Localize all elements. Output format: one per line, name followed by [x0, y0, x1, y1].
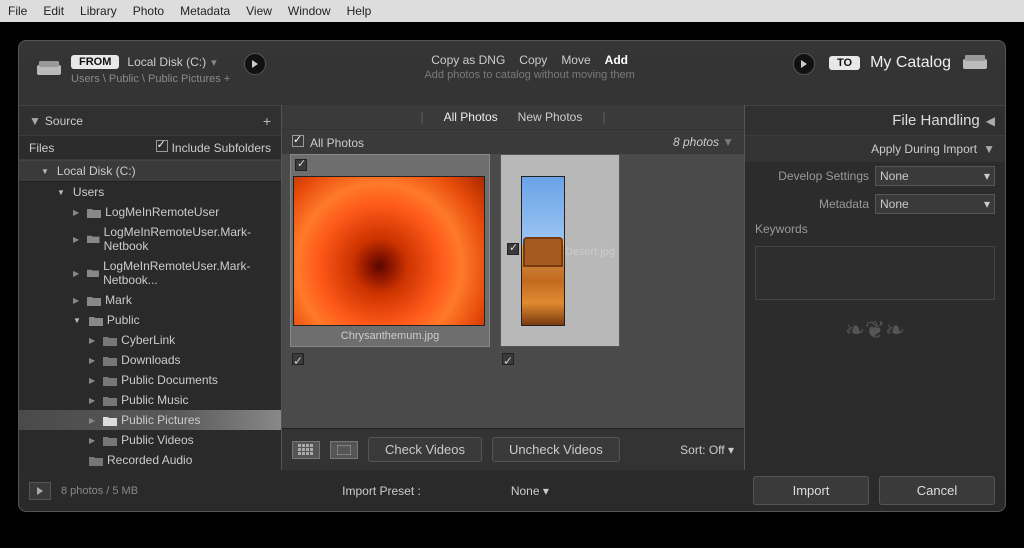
- from-section: FROM Local Disk (C:) ▾ Users \ Public \ …: [35, 53, 230, 85]
- from-badge: FROM: [71, 55, 119, 69]
- tree-item[interactable]: Recorded Audio: [19, 450, 281, 470]
- tree-item[interactable]: Mark: [19, 290, 281, 310]
- tree-public[interactable]: Public: [19, 310, 281, 330]
- import-mode: Copy as DNG Copy Move Add Add photos to …: [280, 53, 779, 81]
- import-dialog: FROM Local Disk (C:) ▾ Users \ Public \ …: [18, 40, 1006, 512]
- source-panel: ▼Source + Files Include Subfolders Local…: [19, 105, 281, 470]
- select-all-checkbox[interactable]: [292, 135, 304, 147]
- source-path[interactable]: Users \ Public \ Public Pictures +: [71, 73, 230, 85]
- files-label: Files: [29, 141, 54, 155]
- tree-item[interactable]: Public Videos: [19, 430, 281, 450]
- ornament-icon: ❧❦❧: [745, 316, 1005, 345]
- tree-disk[interactable]: Local Disk (C:): [19, 160, 281, 182]
- import-preset-select[interactable]: None ▾: [511, 484, 549, 498]
- grid-title: All Photos: [292, 134, 364, 150]
- menu-library[interactable]: Library: [80, 4, 117, 18]
- tree-item[interactable]: LogMeInRemoteUser.Mark-Netbook: [19, 222, 281, 256]
- menu-window[interactable]: Window: [288, 4, 331, 18]
- metadata-select[interactable]: None▾: [875, 194, 995, 214]
- menu-view[interactable]: View: [246, 4, 272, 18]
- menu-edit[interactable]: Edit: [43, 4, 64, 18]
- tree-users[interactable]: Users: [19, 182, 281, 202]
- source-drive-select[interactable]: Local Disk (C:) ▾: [127, 53, 216, 71]
- menu-file[interactable]: File: [8, 4, 27, 18]
- drive-icon: [961, 53, 989, 73]
- source-panel-header[interactable]: ▼Source +: [19, 106, 281, 136]
- drive-icon: [35, 59, 63, 79]
- keywords-label: Keywords: [755, 222, 808, 236]
- thumb-checkbox[interactable]: ✓: [502, 353, 514, 365]
- thumb-image[interactable]: [521, 176, 565, 326]
- tree-public-pictures[interactable]: Public Pictures: [19, 410, 281, 430]
- op-description: Add photos to catalog without moving the…: [424, 69, 634, 81]
- tree-item[interactable]: LogMeInRemoteUser.Mark-Netbook...: [19, 256, 281, 290]
- file-handling-header[interactable]: File Handling◀: [745, 106, 1005, 136]
- photo-count: 8 photos ▼: [673, 135, 734, 149]
- expand-button[interactable]: [29, 482, 51, 500]
- nav-forward-button[interactable]: [244, 53, 266, 75]
- menubar[interactable]: File Edit Library Photo Metadata View Wi…: [0, 0, 1024, 22]
- folder-tree[interactable]: Local Disk (C:) Users LogMeInRemoteUser …: [19, 160, 281, 470]
- tree-item[interactable]: Downloads: [19, 350, 281, 370]
- tree-item[interactable]: CyberLink: [19, 330, 281, 350]
- tab-all-photos[interactable]: All Photos: [444, 110, 498, 124]
- nav-forward-button-2[interactable]: [793, 53, 815, 75]
- preview-tabs: | All Photos New Photos |: [282, 105, 744, 130]
- cancel-button[interactable]: Cancel: [879, 476, 995, 505]
- thumb-filename: Desert.jpg: [565, 242, 615, 260]
- op-move[interactable]: Move: [561, 53, 590, 67]
- thumb-image[interactable]: [293, 176, 485, 326]
- to-section: TO My Catalog: [829, 53, 989, 73]
- to-badge: TO: [829, 56, 860, 70]
- grid-toolbar: Check Videos Uncheck Videos Sort: Off ▾: [282, 428, 744, 470]
- keywords-input[interactable]: [755, 246, 995, 300]
- thumb-checkbox[interactable]: [295, 159, 307, 171]
- tree-item[interactable]: Public Documents: [19, 370, 281, 390]
- status-text: 8 photos / 5 MB: [61, 485, 138, 497]
- topbar: FROM Local Disk (C:) ▾ Users \ Public \ …: [19, 41, 1005, 105]
- sort-select[interactable]: Off ▾: [709, 443, 734, 457]
- op-copy-dng[interactable]: Copy as DNG: [431, 53, 505, 67]
- add-source-icon[interactable]: +: [263, 113, 271, 129]
- import-button[interactable]: Import: [753, 476, 869, 505]
- menu-photo[interactable]: Photo: [133, 4, 164, 18]
- thumbnail[interactable]: Chrysanthemum.jpg: [290, 154, 490, 347]
- menu-metadata[interactable]: Metadata: [180, 4, 230, 18]
- import-preset-label: Import Preset :: [342, 484, 421, 498]
- uncheck-videos-button[interactable]: Uncheck Videos: [492, 437, 620, 462]
- menu-help[interactable]: Help: [347, 4, 372, 18]
- thumb-checkbox[interactable]: [507, 243, 519, 255]
- check-videos-button[interactable]: Check Videos: [368, 437, 482, 462]
- thumbnail[interactable]: Desert.jpg: [500, 154, 620, 347]
- op-add[interactable]: Add: [605, 53, 628, 67]
- op-copy[interactable]: Copy: [519, 53, 547, 67]
- grid-view-button[interactable]: [292, 441, 320, 459]
- thumb-filename: Chrysanthemum.jpg: [293, 326, 487, 344]
- tab-new-photos[interactable]: New Photos: [518, 110, 583, 124]
- preview-panel: | All Photos New Photos | All Photos 8 p…: [281, 105, 745, 470]
- thumb-checkbox[interactable]: ✓: [292, 353, 304, 365]
- include-subfolders-checkbox[interactable]: Include Subfolders: [156, 140, 271, 155]
- apply-during-import-header[interactable]: Apply During Import▼: [745, 136, 1005, 162]
- develop-settings-label: Develop Settings: [778, 169, 869, 183]
- destination-title[interactable]: My Catalog: [870, 54, 951, 72]
- tree-item[interactable]: LogMeInRemoteUser: [19, 202, 281, 222]
- tree-item[interactable]: Public Music: [19, 390, 281, 410]
- develop-settings-select[interactable]: None▾: [875, 166, 995, 186]
- loupe-view-button[interactable]: [330, 441, 358, 459]
- metadata-label: Metadata: [819, 197, 869, 211]
- settings-panel: File Handling◀ Apply During Import▼ Deve…: [745, 105, 1005, 470]
- footer: 8 photos / 5 MB Import Preset : None ▾ I…: [19, 470, 1005, 511]
- sort-label: Sort:: [680, 443, 705, 457]
